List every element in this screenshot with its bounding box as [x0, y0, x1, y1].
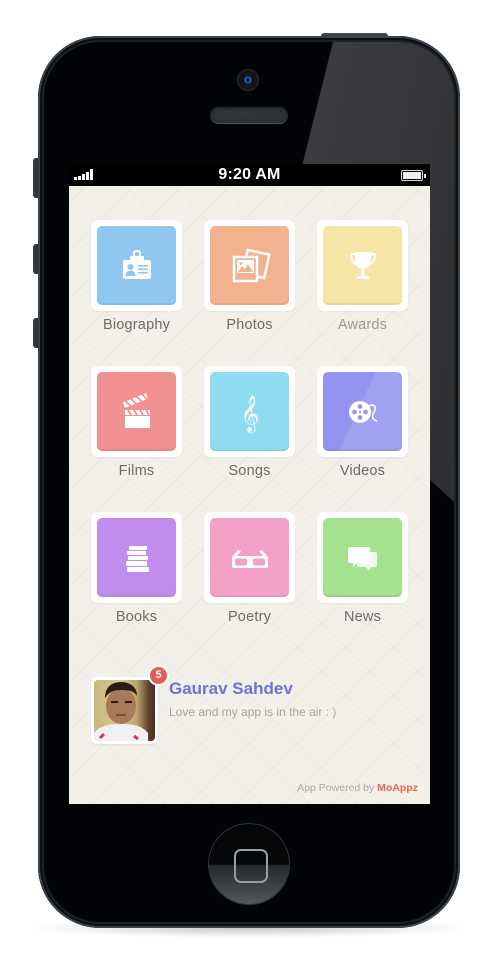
photos-icon	[232, 247, 271, 282]
avatar[interactable]: 5	[91, 665, 169, 744]
notification-badge[interactable]: 5	[148, 665, 169, 686]
treble-clef-icon: 𝄞	[240, 394, 259, 433]
tile-books[interactable]: Books	[91, 512, 182, 625]
film-reel-icon	[348, 400, 377, 423]
tile-poetry[interactable]: Poetry	[204, 512, 295, 625]
tile-biography[interactable]: Biography	[91, 220, 182, 333]
tile-label: News	[343, 609, 382, 625]
tile-songs[interactable]: 𝄞 Songs	[204, 366, 295, 479]
tile-face	[210, 226, 289, 305]
person-photo-icon	[94, 682, 148, 741]
tile-face	[97, 372, 176, 451]
tile-face	[323, 226, 402, 305]
tile-news[interactable]: News	[317, 512, 408, 625]
avatar-photo	[94, 680, 155, 741]
clapperboard-icon	[122, 392, 150, 428]
home-button[interactable]	[208, 823, 290, 905]
glasses-icon	[231, 549, 268, 568]
svg-text:𝄞: 𝄞	[240, 394, 259, 433]
tile-face	[97, 518, 176, 597]
id-badge-icon	[122, 249, 151, 279]
status-bar: 9:20 AM	[69, 164, 430, 186]
powered-by-text: App Powered by	[297, 782, 378, 794]
tile-label: Biography	[102, 317, 171, 333]
app-home: Biography Photos Awards Films 𝄞 Songs Vi…	[69, 186, 430, 804]
profile-name[interactable]: Gaurav Sahdev	[169, 679, 293, 699]
chat-bubbles-icon	[347, 546, 377, 571]
screen: 9:20 AM Biography Photos Awards Films 𝄞 …	[69, 164, 430, 804]
tile-films[interactable]: Films	[91, 366, 182, 479]
tile-photos[interactable]: Photos	[204, 220, 295, 333]
tile-videos[interactable]: Videos	[317, 366, 408, 479]
tile-face	[97, 226, 176, 305]
front-camera	[238, 70, 258, 90]
status-time: 9:20 AM	[218, 166, 281, 183]
powered-by-footer: App Powered by MoAppz	[297, 782, 418, 794]
tile-label: Poetry	[227, 609, 272, 625]
profile-card: 5 Gaurav Sahdev Love and my app is in th…	[91, 665, 411, 747]
books-stack-icon	[125, 545, 149, 572]
brand-link[interactable]: MoAppz	[377, 782, 418, 794]
tile-face: 𝄞	[210, 372, 289, 451]
trophy-icon	[349, 251, 376, 279]
tile-label: Songs	[228, 463, 271, 479]
tile-label: Books	[115, 609, 158, 625]
profile-status: Love and my app is in the air : )	[169, 705, 337, 719]
tile-label: Awards	[337, 317, 388, 333]
tile-label: Films	[118, 463, 155, 479]
earpiece-speaker	[210, 106, 288, 123]
battery-icon	[401, 170, 426, 181]
tile-face	[210, 518, 289, 597]
tile-face	[323, 518, 402, 597]
tile-label: Videos	[339, 463, 386, 479]
tile-label: Photos	[226, 317, 273, 333]
tile-face	[323, 372, 402, 451]
tile-awards[interactable]: Awards	[317, 220, 408, 333]
